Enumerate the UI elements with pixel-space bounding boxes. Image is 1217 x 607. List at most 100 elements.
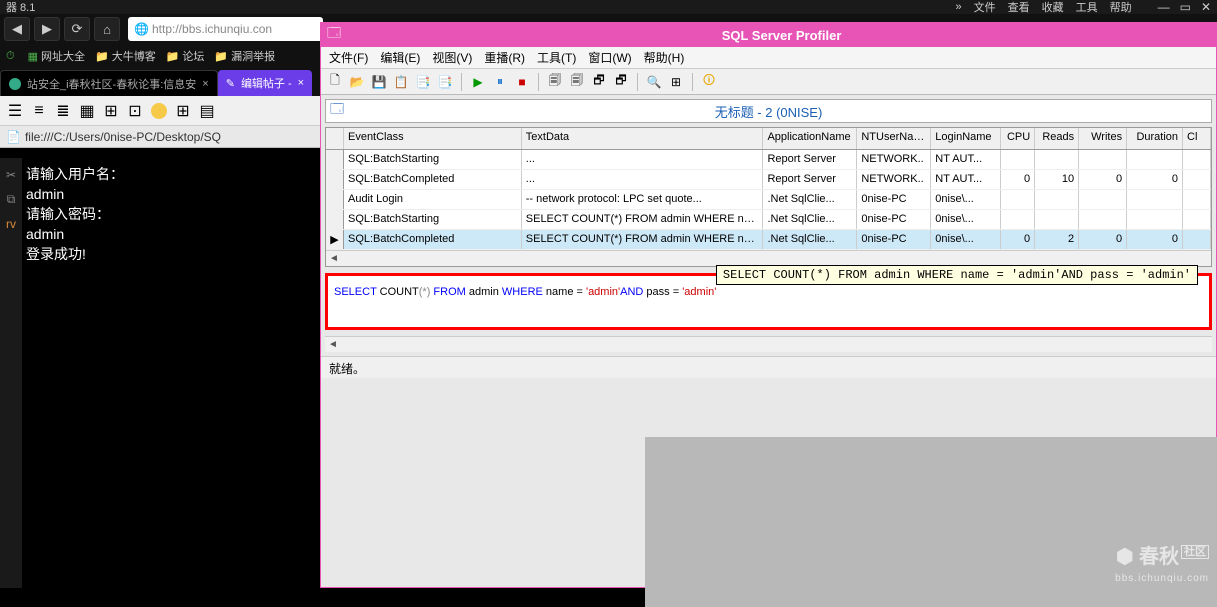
grid-cell: 0nise-PC — [857, 210, 931, 229]
trace-doc-title[interactable]: 🗔 无标题 - 2 (0NISE) — [325, 99, 1212, 123]
rail-2[interactable]: ⧉ — [7, 192, 16, 207]
tb-3[interactable]: ≣ — [52, 100, 74, 122]
separator — [461, 73, 462, 91]
grid-header-cell[interactable]: CPU — [1001, 128, 1035, 149]
grid-cell — [1001, 150, 1035, 169]
tab-close-icon[interactable]: × — [202, 78, 208, 90]
grid-cell — [1183, 170, 1211, 189]
bookmark-item[interactable]: ⏱ — [6, 50, 18, 63]
minimize-icon[interactable]: — — [1158, 0, 1170, 14]
play-button[interactable]: ▶ — [468, 72, 488, 92]
grid-cell: 10 — [1035, 170, 1079, 189]
help-button[interactable]: 🛈 — [699, 72, 719, 92]
grid-header[interactable]: EventClassTextDataApplicationNameNTUserN… — [326, 128, 1211, 150]
tb-prop[interactable]: 📋 — [391, 72, 411, 92]
table-row[interactable]: SQL:BatchStarting...Report ServerNETWORK… — [326, 150, 1211, 170]
tb-11[interactable]: 🔍 — [644, 72, 664, 92]
grid-header-cell[interactable]: EventClass — [344, 128, 522, 149]
profiler-menu-item[interactable]: 窗口(W) — [584, 49, 635, 66]
sql-token: 'admin' — [682, 286, 716, 298]
bookmark-item[interactable]: ▦网址大全 — [28, 48, 85, 64]
grid-cell: 0nise\... — [931, 230, 1001, 249]
tb-open[interactable]: 📂 — [347, 72, 367, 92]
menu-tools[interactable]: 工具 — [1076, 0, 1098, 15]
profiler-menu-item[interactable]: 工具(T) — [533, 49, 580, 66]
console-line: 请输入用户名： — [26, 164, 316, 184]
scroll-left-icon[interactable]: ◄ — [325, 339, 341, 350]
tab-close-icon[interactable]: × — [298, 77, 304, 89]
pause-button[interactable]: ⏸ — [490, 72, 510, 92]
grid-cell: 0nise-PC — [857, 230, 931, 249]
hscroll[interactable]: ◄ — [326, 250, 1211, 266]
grid-header-cell[interactable]: Reads — [1035, 128, 1079, 149]
grid-header-cell[interactable]: LoginName — [931, 128, 1001, 149]
table-row[interactable]: SQL:BatchCompleted...Report ServerNETWOR… — [326, 170, 1211, 190]
profiler-menu-item[interactable]: 重播(R) — [480, 49, 529, 66]
bookmark-item[interactable]: 📁论坛 — [166, 48, 205, 64]
grid-cell: NT AUT... — [931, 170, 1001, 189]
rail-orange[interactable]: rv — [6, 217, 16, 231]
file-icon: 📄 — [6, 130, 21, 144]
grid-cell — [1183, 210, 1211, 229]
profiler-menu-item[interactable]: 视图(V) — [428, 49, 476, 66]
grid-header-cell[interactable]: Cl — [1183, 128, 1211, 149]
profiler-app-icon: 🗔 — [327, 24, 341, 46]
grid-cell: 0nise\... — [931, 210, 1001, 229]
tb-9[interactable]: 🗗 — [589, 72, 609, 92]
stop-button[interactable]: ■ — [512, 72, 532, 92]
tb-new[interactable]: 🗋 — [325, 72, 345, 92]
grid-cell — [1127, 210, 1183, 229]
forward-button[interactable]: ▶ — [34, 17, 60, 41]
browser-tab[interactable]: ✎编辑帖子 -× — [218, 70, 312, 96]
profiler-titlebar[interactable]: 🗔 SQL Server Profiler — [321, 23, 1216, 47]
grid-header-cell[interactable]: Duration — [1127, 128, 1183, 149]
menu-help[interactable]: 帮助 — [1110, 0, 1132, 15]
tb-save[interactable]: 💾 — [369, 72, 389, 92]
console-output: 请输入用户名：admin请输入密码：admin登录成功! — [22, 158, 320, 588]
maximize-icon[interactable]: ▭ — [1180, 0, 1191, 14]
tb-8[interactable]: 🗐 — [567, 72, 587, 92]
tb-12[interactable]: ⊞ — [666, 72, 686, 92]
tb-1[interactable]: ☰ — [4, 100, 26, 122]
table-row[interactable]: Audit Login-- network protocol: LPC set … — [326, 190, 1211, 210]
back-button[interactable]: ◀ — [4, 17, 30, 41]
rail-1[interactable]: ✂ — [6, 168, 16, 182]
url-bar[interactable]: 🌐 http://bbs.ichunqiu.con — [128, 17, 323, 41]
menu-fav[interactable]: 收藏 — [1042, 0, 1064, 15]
tb-5[interactable]: ⊞ — [100, 100, 122, 122]
table-row[interactable]: SQL:BatchStartingSELECT COUNT(*) FROM ad… — [326, 210, 1211, 230]
menu-more[interactable]: » — [955, 1, 961, 13]
grid-header-cell[interactable]: ApplicationName — [763, 128, 857, 149]
table-row[interactable]: ▶SQL:BatchCompletedSELECT COUNT(*) FROM … — [326, 230, 1211, 250]
grid-header-cell[interactable] — [326, 128, 344, 149]
tb-5[interactable]: 📑 — [413, 72, 433, 92]
grid-header-cell[interactable]: Writes — [1079, 128, 1127, 149]
menu-file[interactable]: 文件 — [974, 0, 996, 15]
tb-10[interactable]: 🗗 — [611, 72, 631, 92]
grid-header-cell[interactable]: NTUserName — [857, 128, 931, 149]
grid-cell — [326, 170, 344, 189]
tb-6[interactable]: ⊡ — [124, 100, 146, 122]
url-text: http://bbs.ichunqiu.con — [152, 22, 272, 36]
tb-2[interactable]: ≡ — [28, 100, 50, 122]
scroll-left-icon[interactable]: ◄ — [326, 253, 342, 264]
browser-tab[interactable]: 站安全_i春秋社区-春秋论事:信息安× — [0, 70, 218, 96]
bookmark-item[interactable]: 📁漏洞举报 — [214, 48, 275, 64]
tb-8[interactable]: ▤ — [196, 100, 218, 122]
reload-button[interactable]: ⟳ — [64, 17, 90, 41]
profiler-menu-item[interactable]: 编辑(E) — [376, 49, 424, 66]
tb-6[interactable]: 📑 — [435, 72, 455, 92]
tb-7[interactable]: 🗐 — [545, 72, 565, 92]
trace-grid[interactable]: EventClassTextDataApplicationNameNTUserN… — [325, 127, 1212, 267]
tb-7[interactable]: ⊞ — [172, 100, 194, 122]
profiler-menu-item[interactable]: 帮助(H) — [640, 49, 689, 66]
close-icon[interactable]: ✕ — [1201, 0, 1211, 14]
profiler-menu-item[interactable]: 文件(F) — [325, 49, 372, 66]
home-button[interactable]: ⌂ — [94, 17, 120, 41]
grid-header-cell[interactable]: TextData — [522, 128, 764, 149]
bookmark-item[interactable]: 📁大牛博客 — [95, 48, 156, 64]
tb-face[interactable] — [148, 100, 170, 122]
menu-view[interactable]: 查看 — [1008, 0, 1030, 15]
tb-4[interactable]: ▦ — [76, 100, 98, 122]
detail-hscroll[interactable]: ◄ — [325, 336, 1212, 352]
